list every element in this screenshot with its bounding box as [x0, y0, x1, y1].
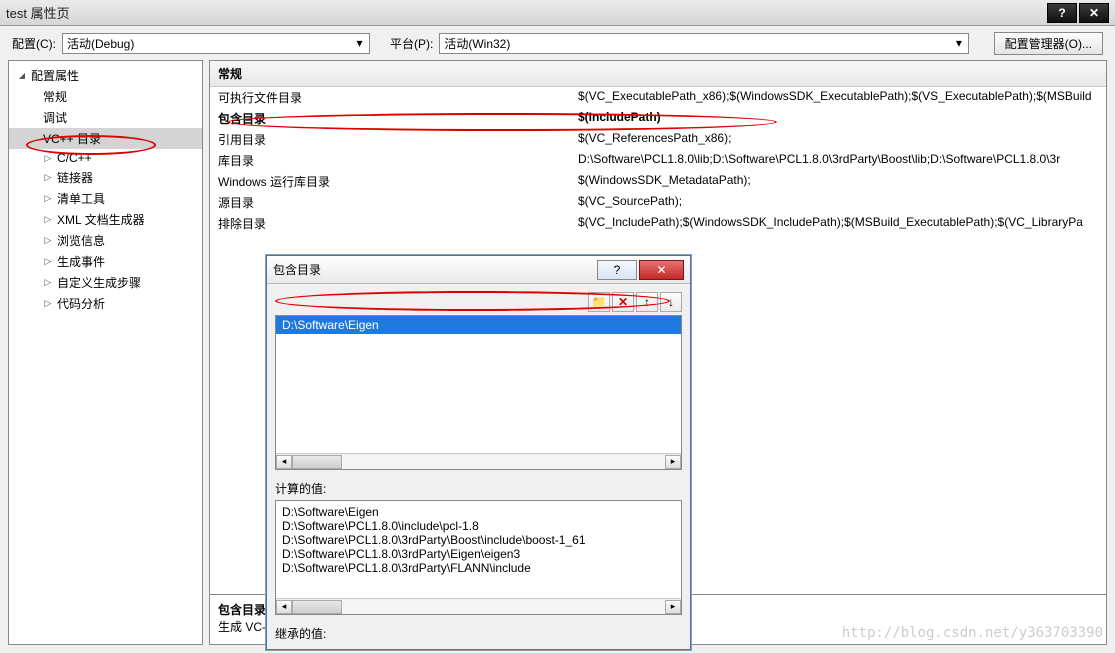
dialog-title: 包含目录: [273, 261, 595, 278]
expander-icon: [43, 194, 53, 204]
expander-icon: [43, 215, 53, 225]
scroll-right-icon[interactable]: ▸: [665, 455, 681, 469]
config-label: 配置(C):: [12, 35, 56, 52]
calc-line: D:\Software\PCL1.8.0\3rdParty\FLANN\incl…: [282, 561, 675, 575]
grid-row[interactable]: 可执行文件目录$(VC_ExecutablePath_x86);$(Window…: [210, 87, 1106, 108]
grid-row[interactable]: Windows 运行库目录$(WindowsSDK_MetadataPath);: [210, 171, 1106, 192]
calculated-values-box: D:\Software\Eigen D:\Software\PCL1.8.0\i…: [275, 500, 682, 615]
calc-line: D:\Software\PCL1.8.0\3rdParty\Eigen\eige…: [282, 547, 675, 561]
include-dirs-dialog: 包含目录 ? ✕ 📁 ✕ ↑ ↓ D:\Software\Eigen ◂ ▸ 计…: [266, 255, 691, 650]
scroll-thumb[interactable]: [292, 455, 342, 469]
dialog-titlebar: 包含目录 ? ✕: [267, 256, 690, 284]
list-item[interactable]: D:\Software\Eigen: [276, 316, 681, 334]
scroll-left-icon[interactable]: ◂: [276, 600, 292, 614]
calc-label: 计算的值:: [275, 480, 682, 497]
tree-item-buildevents[interactable]: 生成事件: [9, 251, 202, 272]
expander-icon: [17, 71, 27, 81]
dialog-close-button[interactable]: ✕: [639, 260, 684, 280]
horizontal-scrollbar[interactable]: ◂ ▸: [276, 453, 681, 469]
scroll-right-icon[interactable]: ▸: [665, 600, 681, 614]
tree-item-manifest[interactable]: 清单工具: [9, 188, 202, 209]
move-down-button[interactable]: ↓: [660, 292, 682, 312]
grid-row[interactable]: 引用目录$(VC_ReferencesPath_x86);: [210, 129, 1106, 150]
dialog-help-button[interactable]: ?: [597, 260, 637, 280]
tree-item-browse[interactable]: 浏览信息: [9, 230, 202, 251]
tree-item-vcdirs[interactable]: VC++ 目录: [9, 128, 202, 149]
grid-row[interactable]: 源目录$(VC_SourcePath);: [210, 192, 1106, 213]
expander-icon: [43, 257, 53, 267]
arrow-down-icon: ↓: [668, 295, 674, 309]
grid-section: 常规: [210, 61, 1106, 87]
scroll-thumb[interactable]: [292, 600, 342, 614]
paths-listbox[interactable]: D:\Software\Eigen ◂ ▸: [275, 315, 682, 470]
platform-label: 平台(P):: [390, 35, 433, 52]
chevron-down-icon: ▾: [352, 36, 367, 51]
calc-line: D:\Software\PCL1.8.0\include\pcl-1.8: [282, 519, 675, 533]
expander-icon: [43, 153, 53, 163]
delete-button[interactable]: ✕: [612, 292, 634, 312]
tree-item-xmldoc[interactable]: XML 文档生成器: [9, 209, 202, 230]
delete-icon: ✕: [618, 295, 628, 309]
grid-row[interactable]: 排除目录$(VC_IncludePath);$(WindowsSDK_Inclu…: [210, 213, 1106, 234]
tree-item-linker[interactable]: 链接器: [9, 167, 202, 188]
top-controls: 配置(C): 活动(Debug) ▾ 平台(P): 活动(Win32) ▾ 配置…: [0, 26, 1115, 60]
tree-item-debug[interactable]: 调试: [9, 107, 202, 128]
calc-line: D:\Software\Eigen: [282, 505, 675, 519]
close-button[interactable]: ✕: [1079, 3, 1109, 23]
calc-line: D:\Software\PCL1.8.0\3rdParty\Boost\incl…: [282, 533, 675, 547]
help-button[interactable]: ?: [1047, 3, 1077, 23]
expander-icon: [43, 278, 53, 288]
move-up-button[interactable]: ↑: [636, 292, 658, 312]
chevron-down-icon: ▾: [951, 36, 966, 51]
new-folder-icon: 📁: [592, 295, 607, 309]
arrow-up-icon: ↑: [644, 295, 650, 309]
tree-panel: 配置属性 常规 调试 VC++ 目录 C/C++ 链接器 清单工具 XML 文档…: [8, 60, 203, 645]
new-line-button[interactable]: 📁: [588, 292, 610, 312]
expander-icon: [43, 299, 53, 309]
tree-item-general[interactable]: 常规: [9, 86, 202, 107]
platform-value: 活动(Win32): [444, 35, 510, 52]
platform-combo[interactable]: 活动(Win32) ▾: [439, 33, 969, 54]
expander-icon: [43, 173, 53, 183]
config-value: 活动(Debug): [67, 35, 134, 52]
tree-item-ccpp[interactable]: C/C++: [9, 149, 202, 167]
grid-row-include[interactable]: 包含目录$(IncludePath): [210, 108, 1106, 129]
window-title: test 属性页: [6, 3, 1047, 22]
tree-item-custombuild[interactable]: 自定义生成步骤: [9, 272, 202, 293]
window-titlebar: test 属性页 ? ✕: [0, 0, 1115, 26]
scroll-left-icon[interactable]: ◂: [276, 455, 292, 469]
config-combo[interactable]: 活动(Debug) ▾: [62, 33, 370, 54]
expander-icon: [43, 236, 53, 246]
inherit-label: 继承的值:: [275, 625, 682, 642]
dialog-toolbar: 📁 ✕ ↑ ↓: [275, 292, 682, 312]
horizontal-scrollbar[interactable]: ◂ ▸: [276, 598, 681, 614]
grid-row[interactable]: 库目录D:\Software\PCL1.8.0\lib;D:\Software\…: [210, 150, 1106, 171]
tree-item-codeanalysis[interactable]: 代码分析: [9, 293, 202, 314]
config-manager-button[interactable]: 配置管理器(O)...: [994, 32, 1103, 55]
tree-root[interactable]: 配置属性: [9, 65, 202, 86]
